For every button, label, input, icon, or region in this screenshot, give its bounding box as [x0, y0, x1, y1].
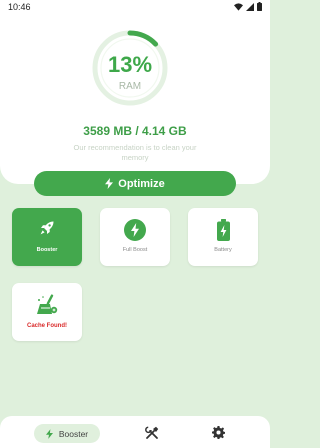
nav-item-tools[interactable]: [145, 426, 159, 445]
memory-usage-text: 3589 MB / 4.14 GB: [83, 124, 187, 138]
nav-item-booster[interactable]: Booster: [34, 424, 100, 443]
battery-icon: [216, 219, 230, 241]
lightning-icon: [124, 219, 146, 241]
nav-item-booster-label: Booster: [58, 428, 89, 439]
ram-gauge: 13% RAM: [90, 28, 170, 108]
status-bar: 10:46: [0, 0, 270, 14]
ram-summary-card: 10:46 13% RAM 3589 MB / 4.14 GB Our reco…: [0, 0, 270, 184]
battery-tile[interactable]: Battery: [188, 208, 258, 266]
full-boost-tile[interactable]: Full Boost: [100, 208, 170, 266]
booster-tile[interactable]: Booster: [12, 208, 82, 266]
tools-icon: [145, 426, 159, 439]
ram-label: RAM: [118, 81, 142, 92]
booster-tile-label: Booster: [36, 247, 58, 253]
status-icons: [234, 2, 262, 11]
full-boost-tile-label: Full Boost: [122, 247, 148, 253]
battery-status-icon: [257, 2, 262, 11]
battery-tile-label: Battery: [214, 247, 232, 253]
broom-icon: [37, 294, 58, 314]
status-time: 10:46: [8, 2, 31, 12]
lightning-icon: [45, 428, 53, 439]
signal-icon: [246, 2, 254, 11]
lightning-icon: [105, 178, 114, 189]
recommendation-text: Our recommendation is to clean your memo…: [73, 143, 197, 162]
gear-icon: [212, 426, 225, 439]
ram-percent: 13%: [107, 52, 153, 77]
nav-item-settings[interactable]: [212, 426, 225, 444]
cache-found-tile[interactable]: Cache Found!: [12, 283, 82, 341]
bottom-nav: Booster: [0, 416, 270, 448]
wifi-icon: [234, 2, 243, 11]
rocket-icon: [40, 221, 54, 235]
optimize-button-label: Optimize: [118, 177, 165, 190]
optimize-button[interactable]: Optimize: [34, 171, 236, 196]
cache-found-tile-label: Cache Found!: [27, 323, 67, 329]
